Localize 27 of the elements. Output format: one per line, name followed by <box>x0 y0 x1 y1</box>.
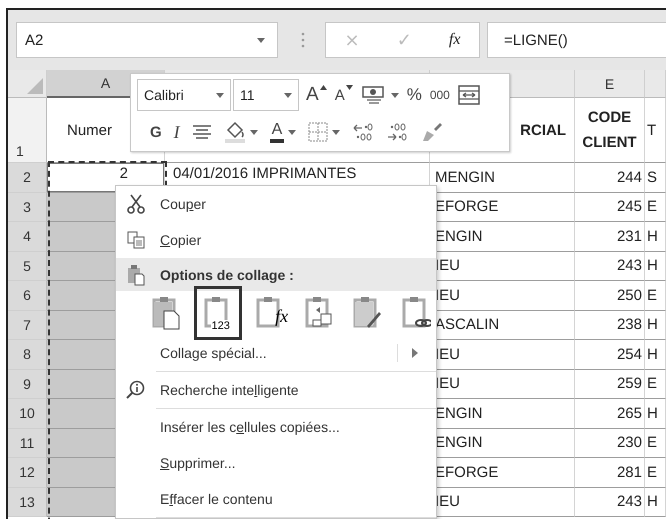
table-cell: 250 <box>575 281 645 310</box>
table-cell: 259 <box>575 370 645 399</box>
table-cell: CODE CLIENT <box>575 98 645 163</box>
table-cell: 254 <box>575 340 645 370</box>
table-cell: 245 <box>575 192 645 222</box>
table-cell: H <box>645 399 666 428</box>
table-cell: S <box>645 163 666 192</box>
table-cell: 231 <box>575 222 645 252</box>
table-cell: 243 <box>575 252 645 281</box>
table-cell: E <box>645 458 666 488</box>
table-cell: 243 <box>575 488 645 517</box>
table-cell: 238 <box>575 310 645 340</box>
table-cell: 265 <box>575 399 645 428</box>
menu-section-title: Options de collage : <box>159 266 294 282</box>
table-cell: H <box>645 222 666 252</box>
table-cell: H <box>645 310 666 340</box>
table-cell: H <box>645 340 666 370</box>
table-cell: T <box>645 98 666 163</box>
table-cell: H <box>645 488 666 517</box>
table-cell: E <box>645 281 666 310</box>
table-cell: E <box>645 428 666 458</box>
table-cell: E <box>645 370 666 399</box>
table-cell: 230 <box>575 428 645 458</box>
table-cell: H <box>645 252 666 281</box>
table-cell: 244 <box>575 163 645 192</box>
table-cell: E <box>645 192 666 222</box>
table-cell: 281 <box>575 458 645 488</box>
